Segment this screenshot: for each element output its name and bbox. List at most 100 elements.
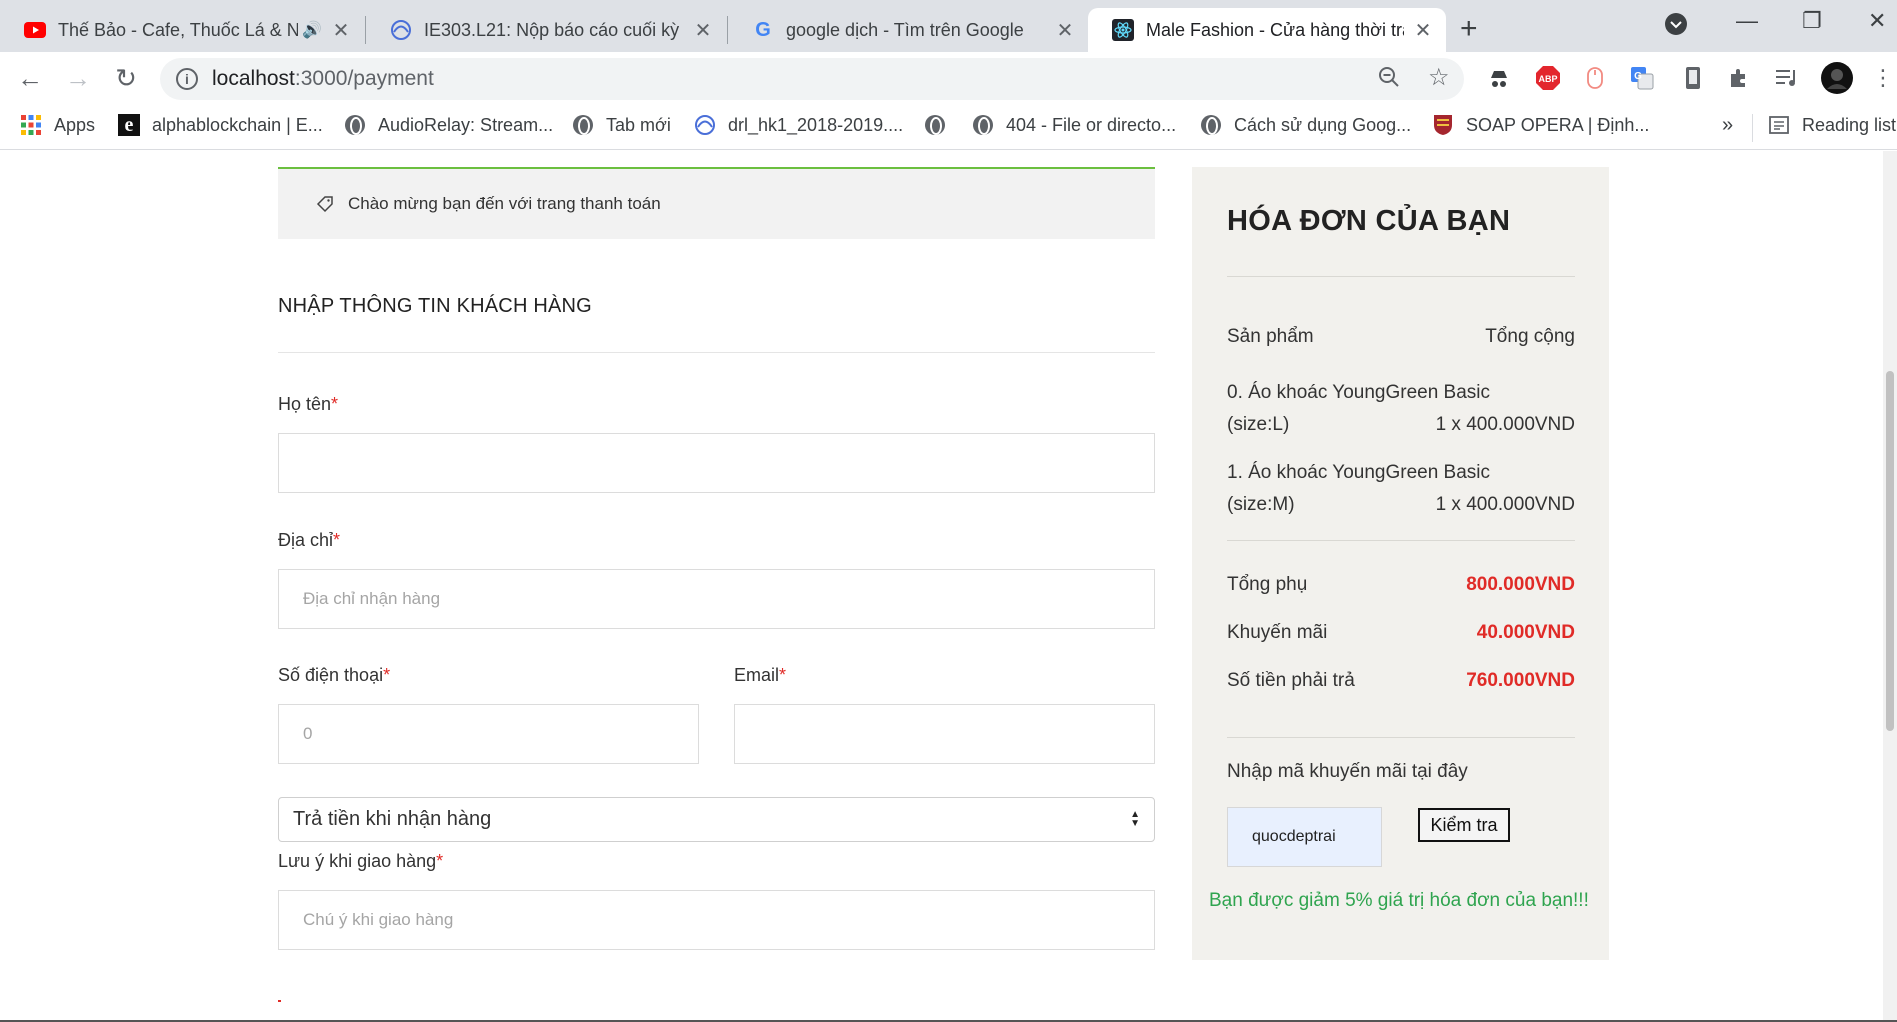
globe-icon bbox=[572, 114, 594, 136]
google-translate-icon[interactable]: G bbox=[1629, 65, 1655, 91]
promo-code-label: Nhập mã khuyến mãi tại đây bbox=[1227, 761, 1468, 782]
bookmark-tab-moi[interactable]: Tab mới bbox=[572, 114, 671, 136]
site-info-icon[interactable]: i bbox=[176, 68, 198, 90]
bookmark-drl[interactable]: drl_hk1_2018-2019.... bbox=[694, 114, 903, 136]
item-qty-price: 1 x 400.000VND bbox=[1435, 494, 1575, 515]
restore-icon[interactable]: ❐ bbox=[1802, 8, 1822, 34]
bookmark-soap-opera[interactable]: SOAP OPERA | Định... bbox=[1432, 114, 1649, 136]
browser-tab-strip: Thế Bảo - Cafe, Thuốc Lá & N 🔊 ✕ IE303.L… bbox=[0, 0, 1897, 52]
phone-label: Số điện thoại* bbox=[278, 665, 391, 685]
url-host: localhost bbox=[212, 67, 295, 90]
reading-list-icon bbox=[1768, 114, 1790, 136]
minimize-icon[interactable]: — bbox=[1736, 8, 1758, 34]
invoice-panel: HÓA ĐƠN CỦA BẠN Sản phẩm Tổng cộng 0. Áo… bbox=[1192, 167, 1609, 960]
reload-icon[interactable]: ↻ bbox=[110, 62, 142, 94]
subtotal-value: 800.000VND bbox=[1466, 574, 1575, 595]
tab-youtube[interactable]: Thế Bảo - Cafe, Thuốc Lá & N 🔊 ✕ bbox=[0, 8, 364, 52]
reading-list-button[interactable]: Reading list bbox=[1768, 114, 1896, 136]
close-tab-icon[interactable]: ✕ bbox=[692, 19, 714, 42]
discount-row: Khuyến mãi 40.000VND bbox=[1227, 622, 1575, 643]
select-arrows-icon: ▲ ▼ bbox=[1130, 809, 1140, 829]
email-label: Email* bbox=[734, 665, 787, 685]
extensions-puzzle-icon[interactable] bbox=[1726, 65, 1752, 91]
check-promo-button[interactable]: Kiểm tra bbox=[1418, 808, 1510, 842]
adblock-plus-icon[interactable]: ABP bbox=[1535, 65, 1561, 91]
close-window-icon[interactable]: ✕ bbox=[1868, 8, 1886, 34]
delivery-note-label: Lưu ý khi giao hàng* bbox=[278, 851, 444, 871]
invoice-divider bbox=[1227, 737, 1575, 738]
media-controls-icon[interactable] bbox=[1774, 65, 1800, 91]
more-bookmarks-button[interactable]: » bbox=[1722, 114, 1733, 137]
required-mark: * bbox=[333, 530, 341, 550]
address-bar[interactable]: i localhost:3000/payment ☆ bbox=[160, 58, 1464, 100]
total-row: Số tiền phải trả 760.000VND bbox=[1227, 670, 1575, 691]
tag-icon bbox=[316, 196, 333, 213]
bookmark-cach-su-dung[interactable]: Cách sử dụng Goog... bbox=[1200, 114, 1411, 136]
globe-icon bbox=[972, 114, 994, 136]
name-label: Họ tên* bbox=[278, 394, 339, 414]
close-tab-icon[interactable]: ✕ bbox=[1054, 19, 1076, 42]
bookmark-star-icon[interactable]: ☆ bbox=[1428, 63, 1450, 92]
url-text: localhost:3000/payment bbox=[212, 67, 434, 91]
address-label: Địa chỉ* bbox=[278, 530, 341, 550]
moodle-icon bbox=[390, 19, 412, 41]
discount-value: 40.000VND bbox=[1476, 622, 1575, 643]
device-extension-icon[interactable] bbox=[1680, 65, 1706, 91]
e-logo-icon: e bbox=[118, 114, 140, 136]
bookmark-globe[interactable] bbox=[924, 114, 958, 136]
tab-google[interactable]: G google dịch - Tìm trên Google ✕ bbox=[728, 8, 1088, 52]
chrome-menu-icon[interactable]: ⋮ bbox=[1870, 65, 1896, 91]
tab-male-fashion[interactable]: Male Fashion - Cửa hàng thời tra ✕ bbox=[1088, 8, 1446, 52]
google-icon: G bbox=[755, 18, 771, 41]
product-column-label: Sản phẩm bbox=[1227, 326, 1314, 347]
section-divider bbox=[278, 352, 1155, 353]
invoice-divider bbox=[1227, 540, 1575, 541]
invoice-header-row: Sản phẩm Tổng cộng bbox=[1227, 326, 1575, 348]
customer-info-title: NHẬP THÔNG TIN KHÁCH HÀNG bbox=[278, 295, 592, 317]
close-tab-icon[interactable]: ✕ bbox=[330, 19, 352, 42]
phone-input[interactable] bbox=[278, 704, 699, 764]
invoice-divider bbox=[1227, 276, 1575, 277]
crest-icon bbox=[1432, 114, 1454, 136]
tab-search-icon[interactable] bbox=[1664, 12, 1688, 42]
payment-method-select[interactable]: Trả tiền khi nhận hàng ▲ ▼ bbox=[278, 797, 1155, 842]
item-qty-price: 1 x 400.000VND bbox=[1435, 414, 1575, 435]
email-input[interactable] bbox=[734, 704, 1155, 764]
zoom-icon[interactable] bbox=[1378, 66, 1400, 94]
mouse-extension-icon[interactable] bbox=[1582, 65, 1608, 91]
close-tab-icon[interactable]: ✕ bbox=[1412, 19, 1434, 42]
back-icon[interactable]: ← bbox=[14, 62, 46, 94]
globe-icon bbox=[344, 114, 366, 136]
incognito-extension-icon[interactable] bbox=[1486, 65, 1512, 91]
promo-success-message: Bạn được giảm 5% giá trị hóa đơn của bạn… bbox=[1209, 890, 1589, 911]
bookmarks-bar: Apps e alphablockchain | E... AudioRelay… bbox=[0, 104, 1897, 150]
speaker-icon[interactable]: 🔊 bbox=[302, 20, 322, 40]
payment-method-value: Trả tiền khi nhận hàng bbox=[293, 808, 492, 830]
page-scrollbar[interactable] bbox=[1883, 151, 1897, 1022]
forward-icon[interactable]: → bbox=[62, 62, 94, 94]
url-path: :3000/payment bbox=[294, 67, 434, 90]
subtotal-row: Tổng phụ 800.000VND bbox=[1227, 574, 1575, 595]
promo-code-input[interactable] bbox=[1227, 807, 1382, 867]
bookmark-404[interactable]: 404 - File or directo... bbox=[972, 114, 1176, 136]
new-tab-button[interactable]: + bbox=[1460, 12, 1478, 46]
bookmark-apps[interactable]: Apps bbox=[20, 114, 95, 136]
address-input[interactable] bbox=[278, 569, 1155, 629]
total-column-label: Tổng cộng bbox=[1485, 326, 1575, 347]
tab-moodle[interactable]: IE303.L21: Nộp báo cáo cuối kỳ ✕ bbox=[366, 8, 726, 52]
item-name: 1. Áo khoác YoungGreen Basic bbox=[1227, 462, 1491, 483]
avatar[interactable] bbox=[1820, 61, 1854, 95]
delivery-note-input[interactable] bbox=[278, 890, 1155, 950]
browser-toolbar: ← → ↻ i localhost:3000/payment ☆ ABP G ⋮ bbox=[0, 52, 1897, 104]
required-mark: * bbox=[383, 665, 391, 685]
scrollbar-thumb[interactable] bbox=[1886, 371, 1894, 731]
required-mark: * bbox=[331, 394, 339, 414]
name-input[interactable] bbox=[278, 433, 1155, 493]
required-mark: * bbox=[779, 665, 787, 685]
bookmark-alphablockchain[interactable]: e alphablockchain | E... bbox=[118, 114, 323, 136]
welcome-notice: Chào mừng bạn đến với trang thanh toán bbox=[278, 167, 1155, 239]
welcome-text: Chào mừng bạn đến với trang thanh toán bbox=[348, 194, 661, 213]
invoice-item: 0. Áo khoác YoungGreen Basic (size:L) 1 … bbox=[1227, 377, 1575, 441]
svg-text:G: G bbox=[1634, 71, 1642, 82]
bookmark-audiorelay[interactable]: AudioRelay: Stream... bbox=[344, 114, 553, 136]
